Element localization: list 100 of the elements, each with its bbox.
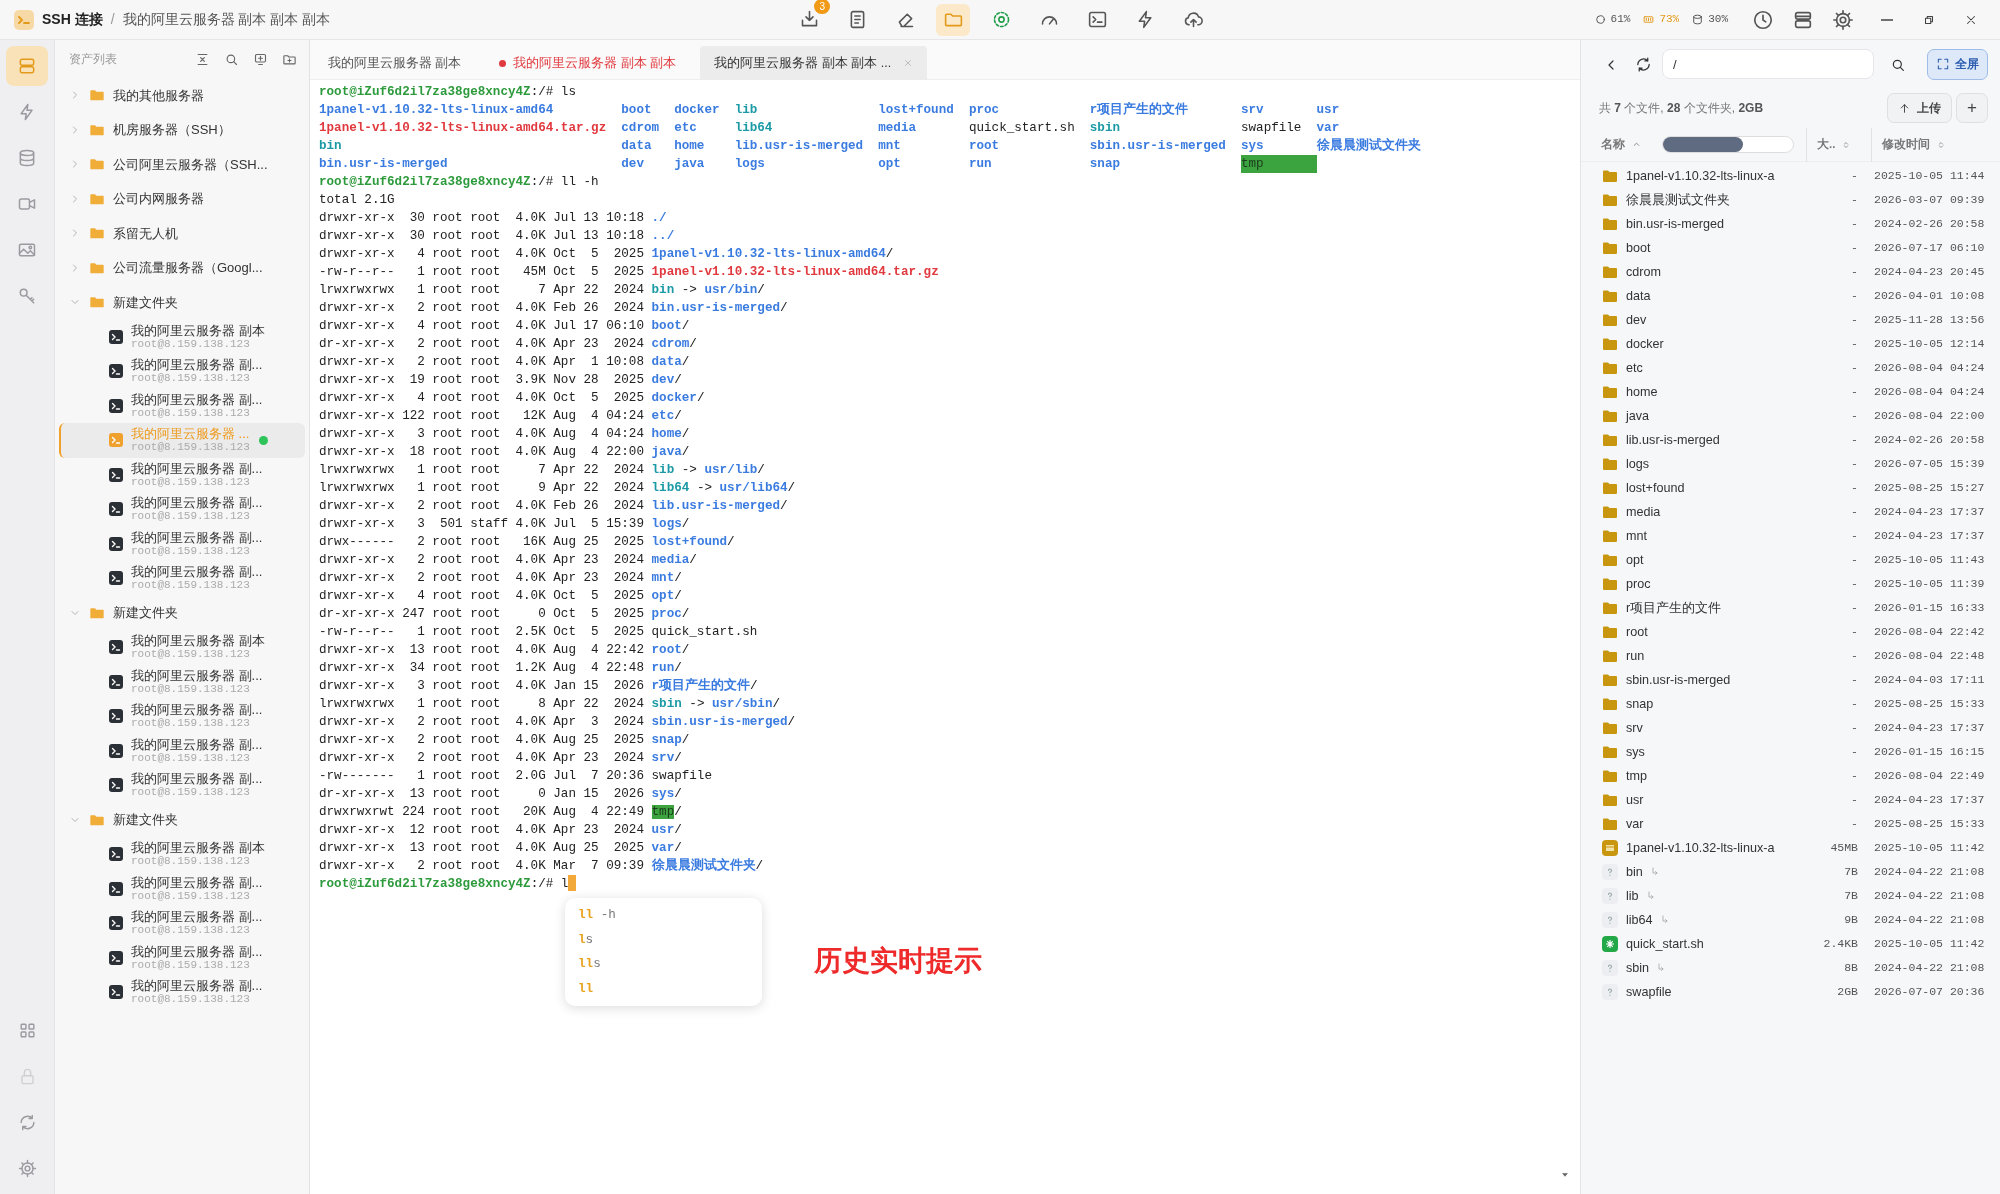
file-name[interactable]: proc	[1626, 574, 1651, 594]
file-name[interactable]: etc	[1626, 358, 1643, 378]
file-size: -	[1850, 360, 1858, 377]
file-name[interactable]: swapfile	[1626, 982, 1672, 1002]
file-size: -	[1850, 600, 1858, 617]
host-item[interactable]: 我的阿里云服务器 副... root@8.159.138.123	[59, 906, 305, 941]
add-button[interactable]: +	[1956, 93, 1988, 123]
file-size: -	[1850, 792, 1858, 809]
file-name[interactable]: lost+found	[1626, 478, 1685, 498]
suggestion-item[interactable]: ls	[565, 927, 762, 952]
host-item[interactable]: 我的阿里云服务器 副... root@8.159.138.123	[59, 975, 305, 1010]
host-item[interactable]: 我的阿里云服务器 副... root@8.159.138.123	[59, 561, 305, 596]
column-header[interactable]: 修改时间	[1882, 135, 1930, 154]
file-name[interactable]: data	[1626, 286, 1651, 306]
fullscreen-button[interactable]: 全屏	[1927, 48, 1988, 80]
host-item[interactable]: 我的阿里云服务器 副本 root@8.159.138.123	[59, 630, 305, 665]
file-listing-name: usr	[1316, 102, 1341, 119]
file-listing-name: 徐晨晨测试文件夹	[1316, 137, 1422, 155]
session-tab[interactable]: 我的阿里云服务器 副本 副本 ...	[700, 46, 928, 80]
file-name[interactable]: root	[1626, 622, 1648, 642]
folder-item[interactable]: 机房服务器（SSH）	[59, 112, 305, 147]
panel-title: 资产列表	[69, 51, 118, 68]
folder-item[interactable]: 公司内网服务器	[59, 181, 305, 216]
file-name[interactable]: boot	[1626, 238, 1651, 258]
modified-time: 2024-04-22 21:08	[1874, 912, 1985, 929]
folder-item[interactable]: 公司阿里云服务器（SSH...	[59, 147, 305, 182]
host-name: 我的阿里云服务器 副...	[131, 460, 263, 476]
file-name[interactable]: run	[1626, 646, 1645, 666]
clock-icon	[1752, 8, 1774, 31]
file-name[interactable]: 徐晨晨测试文件夹	[1626, 190, 1730, 210]
file-name[interactable]: dev	[1626, 310, 1647, 330]
host-item[interactable]: 我的阿里云服务器 副... root@8.159.138.123	[59, 871, 305, 906]
file-listing-name: swapfile	[1240, 120, 1303, 137]
file-name[interactable]: lib	[1626, 886, 1639, 906]
folder-item[interactable]: 新建文件夹	[59, 802, 305, 837]
folder-item[interactable]: 系留无人机	[59, 216, 305, 251]
upload-button[interactable]: 上传	[1887, 93, 1953, 123]
modified-time: 2025-10-05 11:42	[1874, 840, 1985, 857]
host-item[interactable]: 我的阿里云服务器 副... root@8.159.138.123	[59, 388, 305, 423]
host-item[interactable]: 我的阿里云服务器 副... root@8.159.138.123	[59, 492, 305, 527]
file-name[interactable]: r项目产生的文件	[1626, 598, 1722, 618]
terminal-line: drwxr-xr-x 19 root root 3.9K Nov 28 2025 dev/	[319, 372, 683, 389]
file-listing-name: sys	[1240, 138, 1265, 155]
file-name[interactable]: cdrom	[1626, 262, 1661, 282]
host-item[interactable]: 我的阿里云服务器 副本 root@8.159.138.123	[59, 837, 305, 872]
terminal-line: drwxr-xr-x 18 root root 4.0K Aug 4 22:00 java/	[319, 444, 691, 461]
file-name[interactable]: mnt	[1626, 526, 1647, 546]
terminal-line: drwxr-xr-x 13 root root 4.0K Aug 4 22:42 root/	[319, 642, 691, 659]
host-item[interactable]: 我的阿里云服务器 副本 root@8.159.138.123	[59, 319, 305, 354]
suggestion-item[interactable]: lls	[565, 952, 762, 977]
host-item[interactable]: 我的阿里云服务器 副... root@8.159.138.123	[59, 940, 305, 975]
folder-item[interactable]: 新建文件夹	[59, 285, 305, 320]
folder-item[interactable]: 公司流量服务器（Googl...	[59, 250, 305, 285]
file-name[interactable]: home	[1626, 382, 1658, 402]
column-header[interactable]: 名称	[1601, 135, 1625, 154]
host-item[interactable]: 我的阿里云服务器 副... root@8.159.138.123	[59, 664, 305, 699]
file-name[interactable]: sys	[1626, 742, 1645, 762]
file-name[interactable]: docker	[1626, 334, 1664, 354]
suggestion-item[interactable]: ll -h	[565, 903, 762, 928]
file-name[interactable]: snap	[1626, 694, 1654, 714]
file-listing-name: r项目产生的文件	[1089, 101, 1190, 119]
file-listing-name: root	[968, 138, 1001, 155]
file-name[interactable]: media	[1626, 502, 1661, 522]
file-listing-name: snap	[1089, 156, 1122, 173]
file-name[interactable]: 1panel-v1.10.32-lts-linux-a	[1626, 166, 1775, 186]
host-item[interactable]: 我的阿里云服务器 副... root@8.159.138.123	[59, 733, 305, 768]
file-name[interactable]: usr	[1626, 790, 1644, 810]
file-name[interactable]: lib.usr-is-merged	[1626, 430, 1720, 450]
file-name[interactable]: srv	[1626, 718, 1643, 738]
file-name[interactable]: 1panel-v1.10.32-lts-linux-a	[1626, 838, 1775, 858]
host-item[interactable]: 我的阿里云服务器 副... root@8.159.138.123	[59, 354, 305, 389]
file-size: -	[1850, 216, 1858, 233]
file-name[interactable]: java	[1626, 406, 1650, 426]
file-name[interactable]: logs	[1626, 454, 1650, 474]
terminal-line: drwxr-xr-x 2 root root 4.0K Apr 1 10:08 data/	[319, 354, 691, 371]
host-item[interactable]: 我的阿里云服务器 副... root@8.159.138.123	[59, 768, 305, 803]
host-item[interactable]: 我的阿里云服务器 副... root@8.159.138.123	[59, 699, 305, 734]
file-name[interactable]: opt	[1626, 550, 1644, 570]
file-name[interactable]: bin	[1626, 862, 1643, 882]
file-listing-name: lib	[734, 102, 759, 119]
path-field[interactable]: /	[1662, 49, 1874, 79]
file-name[interactable]: sbin.usr-is-merged	[1626, 670, 1731, 690]
host-item[interactable]: 我的阿里云服务器 副... root@8.159.138.123	[59, 457, 305, 492]
file-name[interactable]: quick_start.sh	[1626, 934, 1704, 954]
file-name[interactable]: lib64	[1626, 910, 1653, 930]
host-item[interactable]: 我的阿里云服务器 副... root@8.159.138.123	[59, 526, 305, 561]
terminal-line: drwx------ 2 root root 16K Aug 25 2025 lost+found/	[319, 534, 736, 551]
file-name[interactable]: tmp	[1626, 766, 1647, 786]
file-name[interactable]: var	[1626, 814, 1644, 834]
settings-icon	[1832, 8, 1854, 31]
file-name[interactable]: bin.usr-is-merged	[1626, 214, 1724, 234]
session-tab[interactable]: 我的阿里云服务器 副本	[314, 46, 476, 80]
terminal-line: dr-xr-xr-x 2 root root 4.0K Apr 23 2024 cdrom/	[319, 336, 698, 353]
file-name[interactable]: sbin	[1626, 958, 1650, 978]
host-name: 我的阿里云服务器 副...	[131, 978, 263, 994]
session-tab[interactable]: 我的阿里云服务器 副本 副本	[485, 46, 691, 80]
column-header[interactable]: 大..	[1817, 135, 1836, 154]
folder-item[interactable]: 新建文件夹	[59, 595, 305, 630]
folder-item[interactable]: 我的其他服务器	[59, 78, 305, 113]
terminal-line: root@iZuf6d2il7za38ge8xncy4Z:/# l	[319, 876, 569, 893]
